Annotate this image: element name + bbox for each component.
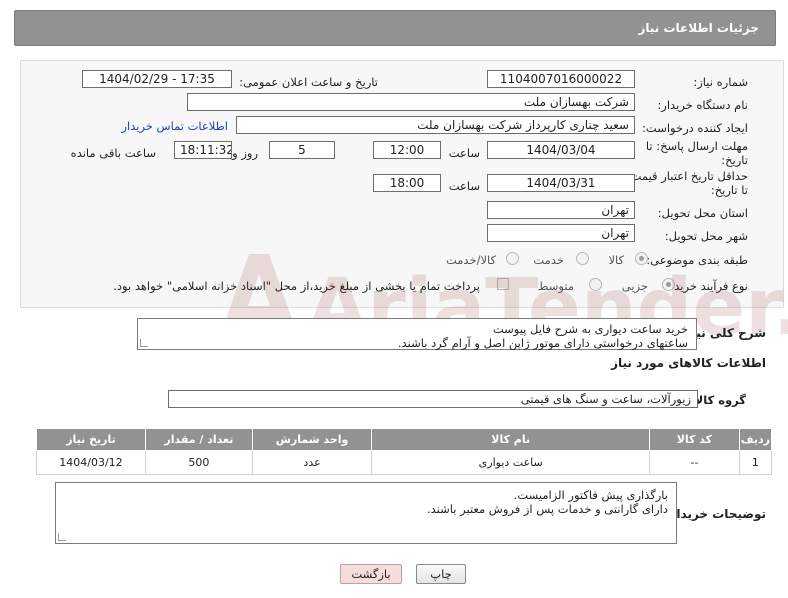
print-button[interactable]: چاپ	[416, 564, 466, 584]
province-field: تهران	[487, 201, 635, 219]
remaining-time-field: 18:11:32	[174, 141, 232, 159]
city-label: شهر محل تحویل:	[664, 229, 748, 243]
validity-date-field: 1404/03/31	[487, 174, 635, 192]
cell-name: ساعت دیواری	[371, 450, 651, 475]
remaining-time-label: ساعت باقی مانده	[70, 146, 156, 160]
buyer-org-label: نام دستگاه خریدار:	[657, 98, 748, 112]
title-bar: جزئیات اطلاعات نیاز	[14, 10, 776, 46]
col-date: تاریخ نیاز	[36, 428, 146, 451]
cell-qty: 500	[144, 450, 253, 475]
goods-section-title: اطلاعات کالاهای مورد نیاز	[611, 356, 766, 370]
announce-label: تاریخ و ساعت اعلان عمومی:	[239, 75, 378, 89]
notes-line-2: دارای گارانتی و خدمات پس از فروش معتبر ب…	[426, 502, 668, 516]
days-label: روز و	[232, 146, 258, 160]
page-title: جزئیات اطلاعات نیاز	[638, 21, 759, 35]
col-qty: تعداد / مقدار	[144, 428, 253, 451]
process-label: نوع فرآیند خرید :	[666, 279, 748, 293]
col-unit: واحد شمارش	[251, 428, 373, 451]
category-label: طبقه بندی موضوعی:	[646, 253, 748, 267]
cell-code: --	[649, 450, 740, 475]
goods-table: ردیف کد کالا نام کالا واحد شمارش تعداد /…	[36, 428, 773, 475]
notes-line-1: بارگذاری پیش فاکتور الزامیست.	[513, 488, 668, 502]
col-name: نام کالا	[371, 428, 651, 451]
cell-row: 1	[738, 450, 773, 475]
validity-label: حداقل تاریخ اعتبار قیمت: تا تاریخ:	[626, 169, 748, 197]
process-radio-minor[interactable]	[662, 278, 675, 291]
treasury-note: پرداخت تمام یا بخشی از مبلغ خرید،از محل …	[113, 279, 480, 293]
goods-group-value: زیورآلات، ساعت و سنگ های قیمتی	[520, 392, 691, 406]
province-label: استان محل تحویل:	[657, 206, 748, 220]
deadline-date-field: 1404/03/04	[487, 141, 635, 159]
validity-time-field: 18:00	[373, 174, 441, 192]
treasury-checkbox[interactable]	[497, 278, 509, 290]
col-row: ردیف	[738, 428, 773, 451]
cell-date: 1404/03/12	[36, 450, 146, 475]
col-code: کد کالا	[649, 428, 740, 451]
goods-group-label: گروه کالا:	[690, 393, 746, 407]
creator-label: ایجاد کننده درخواست:	[642, 121, 748, 135]
process-radio-medium[interactable]	[589, 278, 602, 291]
back-button[interactable]: بازگشت	[340, 564, 402, 584]
goods-table-header: ردیف کد کالا نام کالا واحد شمارش تعداد /…	[36, 428, 773, 451]
category-radio-goods-service[interactable]	[506, 252, 519, 265]
need-number-field: 1104007016000022	[487, 70, 635, 88]
process-option-minor: جزیی	[621, 279, 648, 293]
need-number-label: شماره نیاز:	[693, 75, 748, 89]
days-remaining-field: 5	[269, 141, 335, 159]
contact-info-link[interactable]: اطلاعات تماس خریدار	[121, 119, 228, 133]
process-option-medium: متوسط	[537, 279, 574, 293]
main-panel: جزئیات اطلاعات نیاز شماره نیاز: 11040070…	[2, 2, 788, 596]
goods-group-field: زیورآلات، ساعت و سنگ های قیمتی	[168, 390, 698, 408]
category-option-service: خدمت	[533, 253, 564, 267]
buyer-org-field: شرکت بهسازان ملت	[187, 93, 635, 111]
category-option-goods-service: کالا/خدمت	[445, 253, 496, 267]
resize-handle-icon[interactable]	[140, 339, 148, 347]
deadline-label: مهلت ارسال پاسخ: تا تاریخ:	[645, 139, 748, 167]
creator-field: سعید چناری کارپرداز شرکت بهسازان ملت	[236, 116, 635, 134]
category-option-goods: کالا	[608, 253, 624, 267]
deadline-time-label: ساعت	[448, 146, 480, 160]
cell-unit: عدد	[251, 450, 373, 475]
category-radio-goods[interactable]	[635, 252, 648, 265]
deadline-time-field: 12:00	[373, 141, 441, 159]
validity-time-label: ساعت	[448, 179, 480, 193]
description-box: خرید ساعت دیواری به شرح فایل پیوست ساعته…	[137, 318, 697, 350]
notes-box: بارگذاری پیش فاکتور الزامیست. دارای گارا…	[55, 482, 677, 544]
city-field: تهران	[487, 224, 635, 242]
category-radio-service[interactable]	[576, 252, 589, 265]
resize-handle-icon[interactable]	[58, 533, 66, 541]
description-line-1: خرید ساعت دیواری به شرح فایل پیوست	[492, 322, 688, 336]
notes-label: توضیحات خریدار:	[664, 507, 766, 521]
table-row: 1 -- ساعت دیواری عدد 500 1404/03/12	[36, 450, 773, 475]
announce-field: 1404/02/29 - 17:35	[82, 70, 232, 88]
description-line-2: ساعتهای درخواستی دارای موتور ژاپن اصل و …	[397, 336, 688, 350]
